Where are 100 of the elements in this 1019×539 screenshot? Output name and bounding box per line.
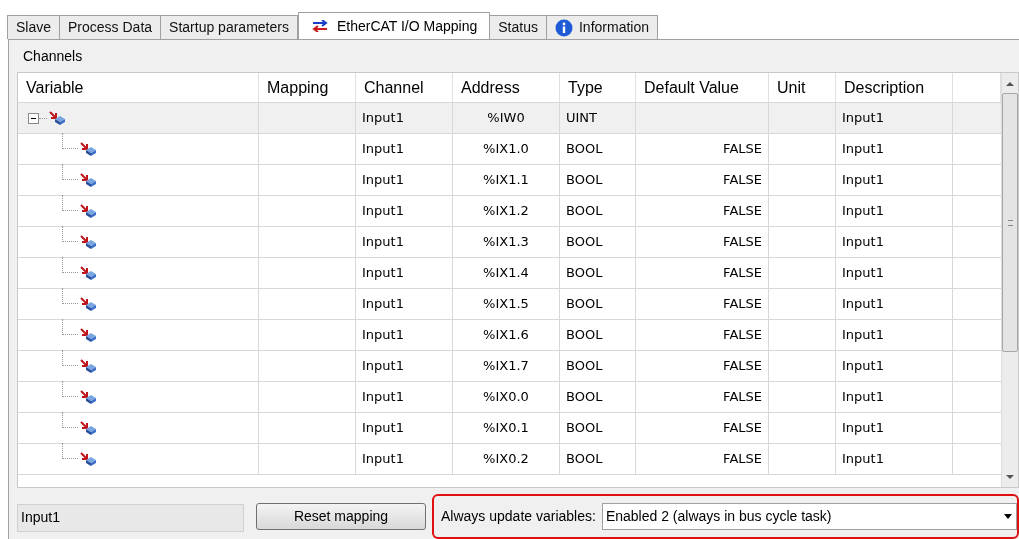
table-cell: BOOL	[560, 289, 636, 319]
column-header[interactable]: Variable	[18, 73, 259, 102]
table-cell: FALSE	[636, 444, 769, 474]
io-channel-icon	[80, 296, 97, 312]
table-cell: FALSE	[636, 351, 769, 381]
info-icon	[554, 18, 573, 37]
table-cell: FALSE	[636, 289, 769, 319]
table-cell: Input1	[836, 382, 953, 412]
update-mode-dropdown[interactable]: Enabled 2 (always in bus cycle task)	[601, 503, 1017, 530]
table-cell: Input1	[836, 165, 953, 195]
table-cell: Input1	[356, 103, 453, 133]
table-cell: Input1	[836, 196, 953, 226]
table-cell: Input1	[356, 320, 453, 350]
column-header[interactable]: Mapping	[259, 73, 356, 102]
table-cell: BOOL	[560, 413, 636, 443]
table-cell: %IX0.0	[453, 382, 560, 412]
table-cell: %IX1.1	[453, 165, 560, 195]
column-header[interactable]: Unit	[769, 73, 836, 102]
tree-line	[62, 164, 78, 180]
tree-line	[62, 381, 78, 397]
table-cell: BOOL	[560, 258, 636, 288]
column-header[interactable]: Address	[453, 73, 560, 102]
io-channel-icon	[80, 203, 97, 219]
table-cell: %IX1.7	[453, 351, 560, 381]
selected-row[interactable]: Input1 %IW0 UINT Input1	[18, 103, 1001, 134]
io-channel-icon	[80, 420, 97, 436]
vertical-scrollbar[interactable]	[1001, 73, 1018, 487]
tree-line	[62, 226, 78, 242]
scroll-down-icon[interactable]	[1006, 475, 1014, 479]
tree-line	[62, 257, 78, 273]
update-variables-label: Always update variables:	[441, 507, 596, 526]
table-cell: Input1	[356, 289, 453, 319]
tree-line	[62, 195, 78, 211]
table-cell: BOOL	[560, 227, 636, 257]
column-header[interactable]: Description	[836, 73, 953, 102]
table-cell: Input1	[356, 413, 453, 443]
io-channel-icon	[80, 234, 97, 250]
io-channel-icon	[80, 172, 97, 188]
io-channel-icon	[80, 451, 97, 467]
collapse-toggle-icon[interactable]	[28, 112, 39, 124]
tab[interactable]: Status	[489, 15, 547, 39]
column-header[interactable]: Channel	[356, 73, 453, 102]
table-cell: Input1	[356, 382, 453, 412]
scrollbar-thumb[interactable]	[1002, 93, 1018, 352]
table-cell: Input1	[836, 444, 953, 474]
tree-line	[62, 319, 78, 335]
table-cell: FALSE	[636, 227, 769, 257]
tab[interactable]: Slave	[7, 15, 61, 39]
table-cell: Input1	[356, 444, 453, 474]
table-cell: Input1	[356, 227, 453, 257]
table-cell: BOOL	[560, 382, 636, 412]
table-cell: Input1	[356, 351, 453, 381]
table-cell: Input1	[836, 227, 953, 257]
table-cell: BOOL	[560, 196, 636, 226]
column-header[interactable]: Default Value	[636, 73, 769, 102]
table-cell: BOOL	[560, 444, 636, 474]
table-cell: Input1	[356, 134, 453, 164]
table-cell: Input1	[836, 134, 953, 164]
tree-line	[62, 350, 78, 366]
table-cell: BOOL	[560, 134, 636, 164]
io-channel-icon	[80, 358, 97, 374]
scroll-up-icon[interactable]	[1006, 82, 1014, 86]
io-channel-icon	[49, 110, 66, 126]
table-cell: Input1	[836, 413, 953, 443]
io-channel-icon	[80, 141, 97, 157]
table-cell: Input1	[356, 165, 453, 195]
table-cell: FALSE	[636, 165, 769, 195]
tree-line	[62, 412, 78, 428]
table-cell: BOOL	[560, 351, 636, 381]
table-cell: Input1	[836, 258, 953, 288]
table-cell: %IX1.4	[453, 258, 560, 288]
table-cell: %IX1.3	[453, 227, 560, 257]
dropdown-caret-icon[interactable]	[1004, 514, 1012, 519]
table-cell: FALSE	[636, 196, 769, 226]
table-cell: UINT	[560, 103, 636, 133]
table-cell: %IX1.0	[453, 134, 560, 164]
table-cell: Input1	[356, 196, 453, 226]
table-cell: Input1	[356, 258, 453, 288]
table-cell: Input1	[836, 103, 953, 133]
tab[interactable]: Startup parameters	[160, 15, 298, 39]
table-cell: %IX1.5	[453, 289, 560, 319]
column-header[interactable]: Type	[560, 73, 636, 102]
reset-mapping-button[interactable]: Reset mapping	[256, 503, 426, 530]
table-cell: BOOL	[560, 320, 636, 350]
table-cell: %IX0.2	[453, 444, 560, 474]
tab[interactable]: Information	[545, 15, 658, 39]
table-cell: FALSE	[636, 134, 769, 164]
variable-name-field: Input1	[17, 503, 244, 532]
table-cell: %IW0	[453, 103, 560, 133]
table-cell: FALSE	[636, 382, 769, 412]
table-cell: Input1	[836, 289, 953, 319]
io-channel-icon	[80, 265, 97, 281]
table-cell: %IX0.1	[453, 413, 560, 443]
tab[interactable]: Process Data	[59, 15, 162, 39]
tab[interactable]: EtherCAT I/O Mapping	[297, 12, 491, 39]
tree-line	[62, 443, 78, 459]
tree-line	[62, 133, 78, 149]
table-cell: FALSE	[636, 413, 769, 443]
table-cell: BOOL	[560, 165, 636, 195]
table-cell: FALSE	[636, 320, 769, 350]
